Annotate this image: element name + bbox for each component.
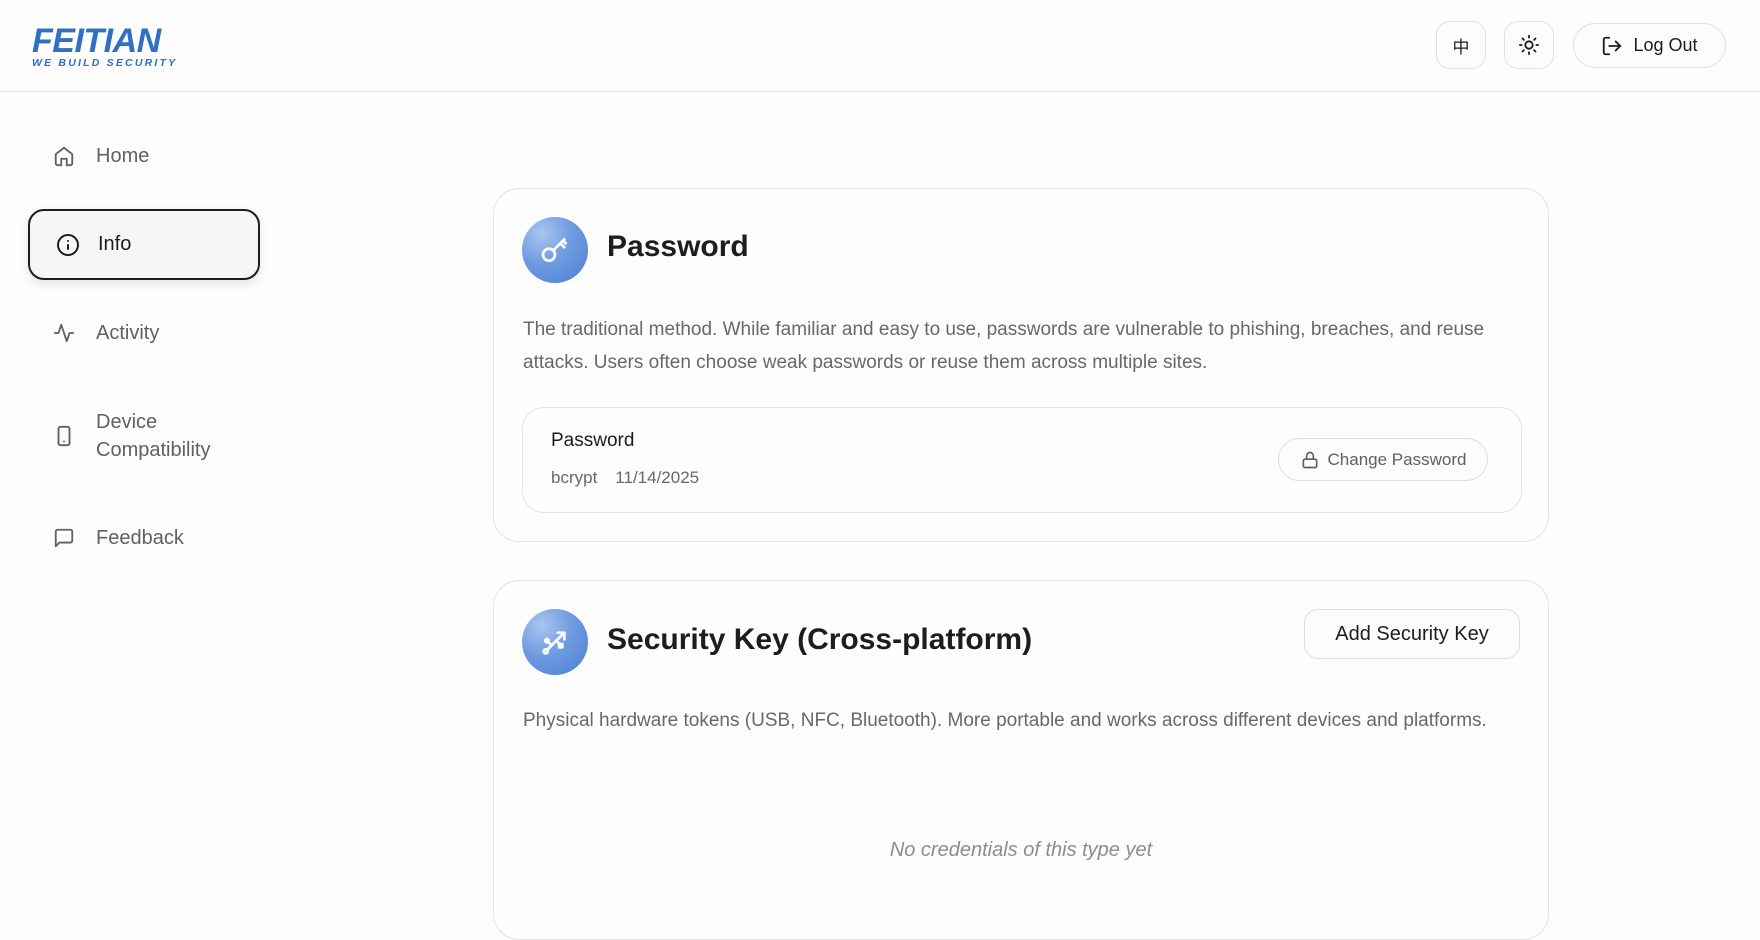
sidebar-item-activity[interactable]: Activity <box>28 305 260 361</box>
log-out-icon <box>1601 35 1623 57</box>
language-toggle-button[interactable]: 中 <box>1436 21 1486 69</box>
credential-item: Password bcrypt 11/14/2025 Change Passwo… <box>522 407 1522 513</box>
lock-icon <box>1300 450 1320 470</box>
sidebar-item-info[interactable]: Info <box>28 209 260 280</box>
empty-state-text: No credentials of this type yet <box>889 839 1153 861</box>
info-icon <box>56 233 80 257</box>
sidebar-item-label: Home <box>96 144 150 167</box>
top-header: FEITIAN WE BUILD SECURITY 中 Log Out <box>0 0 1760 92</box>
add-security-key-button[interactable]: Add Security Key <box>1304 609 1520 659</box>
logo-wordmark: FEITIAN <box>32 22 161 60</box>
sidebar-item-label: Info <box>98 233 132 255</box>
message-square-icon <box>52 526 76 550</box>
theme-toggle-button[interactable] <box>1504 21 1554 69</box>
sidebar-item-label: Device Compatibility <box>96 411 211 461</box>
sun-icon <box>1518 34 1540 56</box>
card-title: Password <box>607 230 749 263</box>
logout-label: Log Out <box>1633 35 1698 55</box>
sidebar-item-label: Feedback <box>96 526 184 549</box>
activity-icon <box>52 321 76 345</box>
usb-icon <box>522 609 588 675</box>
password-card: Password The traditional method. While f… <box>493 188 1549 542</box>
credential-meta: bcrypt 11/14/2025 <box>551 468 699 488</box>
credential-algorithm: bcrypt <box>551 468 598 487</box>
smartphone-icon <box>52 424 76 448</box>
card-description: Physical hardware tokens (USB, NFC, Blue… <box>523 710 1487 731</box>
credential-title: Password <box>551 430 635 451</box>
sidebar-item-label: Activity <box>96 321 160 344</box>
security-key-card: Security Key (Cross-platform) Add Securi… <box>493 580 1549 940</box>
card-title: Security Key (Cross-platform) <box>607 623 1033 656</box>
credential-date: 11/14/2025 <box>615 468 700 487</box>
key-icon <box>522 217 588 283</box>
home-icon <box>52 144 76 168</box>
sidebar-item-home[interactable]: Home <box>28 128 260 184</box>
feitian-logo[interactable]: FEITIAN WE BUILD SECURITY <box>32 22 178 69</box>
language-label: 中 <box>1452 37 1470 58</box>
change-password-button[interactable]: Change Password <box>1278 438 1488 481</box>
sidebar-item-device-compatibility[interactable]: Device Compatibility <box>28 404 260 468</box>
card-description: The traditional method. While familiar a… <box>523 319 1485 373</box>
change-password-label: Change Password <box>1327 449 1467 469</box>
logout-button[interactable]: Log Out <box>1573 23 1726 68</box>
sidebar-item-feedback[interactable]: Feedback <box>28 510 260 566</box>
